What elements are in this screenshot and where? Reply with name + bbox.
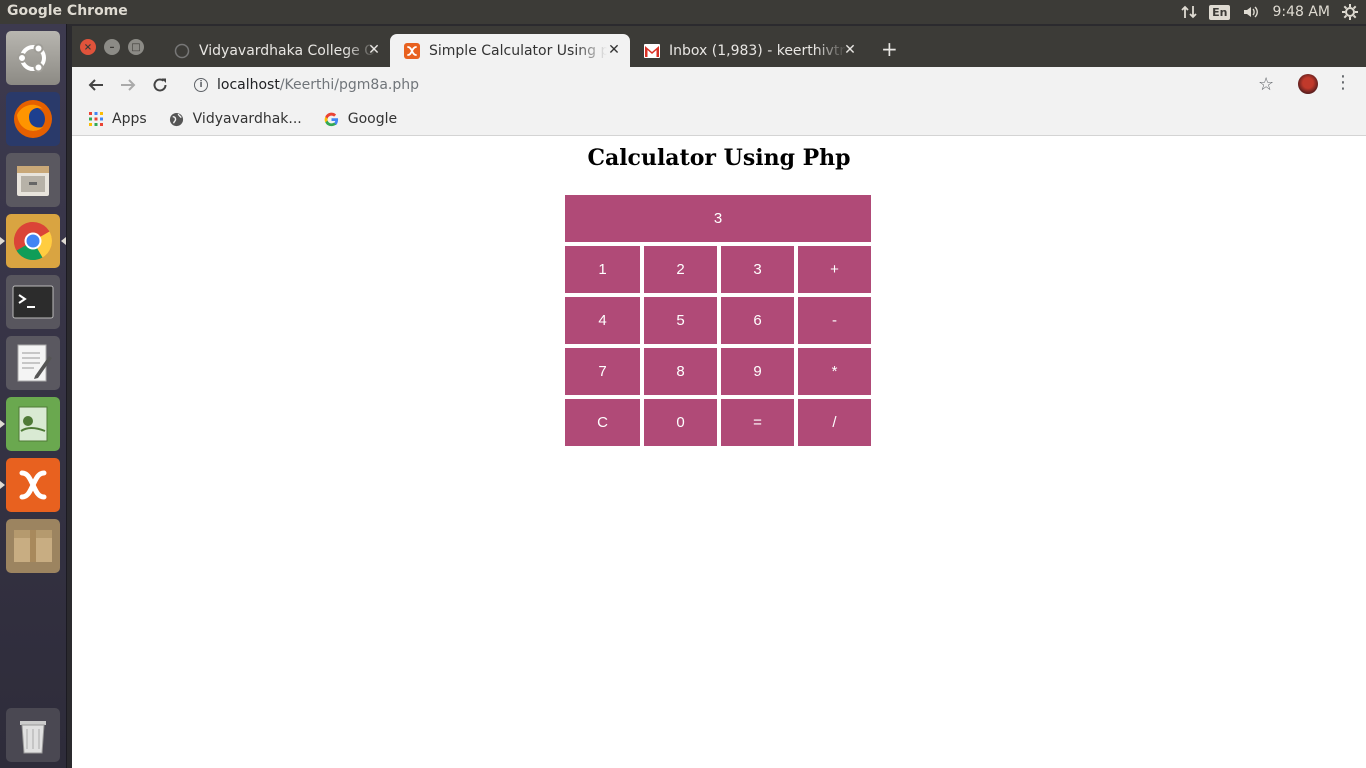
- forward-arrow-icon[interactable]: [117, 74, 139, 96]
- chrome-window: × – □ Vidyavardhaka College Of Engineeri…: [72, 26, 1366, 768]
- key-plus[interactable]: +: [798, 246, 871, 293]
- terminal-icon[interactable]: [6, 275, 60, 329]
- bookmarks-bar: Apps Vidyavardhak... Google: [72, 103, 1366, 136]
- url-path: /Keerthi/pgm8a.php: [279, 77, 419, 93]
- window-controls: × – □: [80, 39, 144, 55]
- apps-grid-icon: [88, 111, 104, 127]
- minimize-window-button[interactable]: –: [104, 39, 120, 55]
- key-minus[interactable]: -: [798, 297, 871, 344]
- more-menu-icon[interactable]: ⋮: [1334, 72, 1352, 93]
- calculator-keypad: 1 2 3 + 4 5 6 - 7 8 9 * C 0 = /: [565, 246, 871, 446]
- close-tab-icon[interactable]: ✕: [842, 42, 858, 58]
- chrome-icon[interactable]: [6, 214, 60, 268]
- ubuntu-launcher: [0, 24, 67, 768]
- system-tray: En 9:48 AM: [1181, 0, 1358, 24]
- key-clear[interactable]: C: [565, 399, 640, 446]
- key-9[interactable]: 9: [721, 348, 794, 395]
- settings-gear-icon[interactable]: [1342, 4, 1358, 20]
- tab-title: Inbox (1,983) - keerthivtrick@gmail.com: [669, 42, 847, 59]
- tab-gmail-inbox[interactable]: Inbox (1,983) - keerthivtrick@gmail.com …: [630, 34, 866, 67]
- key-1[interactable]: 1: [565, 246, 640, 293]
- address-bar[interactable]: i localhost/Keerthi/pgm8a.php: [182, 71, 1252, 99]
- archive-icon[interactable]: [6, 519, 60, 573]
- back-arrow-icon[interactable]: [85, 74, 107, 96]
- ubuntu-dash-icon[interactable]: [6, 31, 60, 85]
- key-3[interactable]: 3: [721, 246, 794, 293]
- page-viewport: Calculator Using Php 3 1 2 3 + 4 5 6 - 7…: [74, 137, 1364, 765]
- key-5[interactable]: 5: [644, 297, 717, 344]
- key-divide[interactable]: /: [798, 399, 871, 446]
- xampp-icon[interactable]: [6, 458, 60, 512]
- globe-icon: [169, 111, 185, 127]
- notepadqq-icon[interactable]: [6, 397, 60, 451]
- bookmark-apps[interactable]: Apps: [88, 111, 147, 127]
- bookmark-label: Apps: [112, 111, 147, 127]
- files-icon[interactable]: [6, 153, 60, 207]
- bookmark-google[interactable]: Google: [324, 111, 397, 127]
- tab-title: Vidyavardhaka College Of Engineering: [199, 42, 377, 59]
- page-title: Calculator Using Php: [587, 145, 851, 171]
- text-editor-icon[interactable]: [6, 336, 60, 390]
- site-info-icon[interactable]: i: [194, 78, 208, 92]
- browser-toolbar: i localhost/Keerthi/pgm8a.php ☆ ⋮: [72, 67, 1366, 103]
- close-window-button[interactable]: ×: [80, 39, 96, 55]
- bookmark-label: Google: [347, 111, 398, 127]
- bookmark-star-icon[interactable]: ☆: [1258, 74, 1274, 95]
- url-host: localhost: [217, 77, 280, 93]
- key-8[interactable]: 8: [644, 348, 717, 395]
- close-tab-icon[interactable]: ✕: [606, 42, 622, 58]
- calculator-display[interactable]: 3: [565, 195, 871, 242]
- gmail-icon: [644, 43, 660, 59]
- key-6[interactable]: 6: [721, 297, 794, 344]
- loading-globe-icon: [174, 43, 190, 59]
- running-indicator: [0, 237, 5, 245]
- calculator: 3 1 2 3 + 4 5 6 - 7 8 9 * C 0 = /: [565, 195, 871, 446]
- bookmark-label: Vidyavardhak...: [192, 111, 302, 127]
- tab-simple-calculator[interactable]: Simple Calculator Using php ✕: [390, 34, 630, 67]
- key-equals[interactable]: =: [721, 399, 794, 446]
- tab-strip: × – □ Vidyavardhaka College Of Engineeri…: [72, 26, 1366, 67]
- trash-icon[interactable]: [6, 708, 60, 762]
- running-indicator: [0, 420, 5, 428]
- top-panel: Google Chrome En 9:48 AM: [0, 0, 1366, 24]
- reload-icon[interactable]: [149, 74, 171, 96]
- xampp-favicon-icon: [404, 42, 420, 59]
- volume-icon[interactable]: [1242, 4, 1260, 20]
- network-icon[interactable]: [1181, 4, 1197, 20]
- new-tab-button[interactable]: +: [881, 37, 898, 61]
- key-2[interactable]: 2: [644, 246, 717, 293]
- running-indicator: [0, 481, 5, 489]
- close-tab-icon[interactable]: ✕: [366, 42, 382, 58]
- focused-indicator: [61, 237, 66, 245]
- tab-title: Simple Calculator Using php: [429, 42, 607, 59]
- key-0[interactable]: 0: [644, 399, 717, 446]
- key-multiply[interactable]: *: [798, 348, 871, 395]
- maximize-window-button[interactable]: □: [128, 39, 144, 55]
- key-4[interactable]: 4: [565, 297, 640, 344]
- google-g-icon: [324, 111, 340, 127]
- key-7[interactable]: 7: [565, 348, 640, 395]
- bookmark-vidyavardhaka[interactable]: Vidyavardhak...: [169, 111, 302, 127]
- keyboard-layout-indicator[interactable]: En: [1209, 4, 1231, 20]
- firefox-icon[interactable]: [6, 92, 60, 146]
- active-app-name: Google Chrome: [7, 3, 128, 19]
- clock[interactable]: 9:48 AM: [1272, 4, 1330, 20]
- tab-vidyavardhaka[interactable]: Vidyavardhaka College Of Engineering ✕: [160, 34, 390, 67]
- profile-avatar[interactable]: [1298, 74, 1318, 94]
